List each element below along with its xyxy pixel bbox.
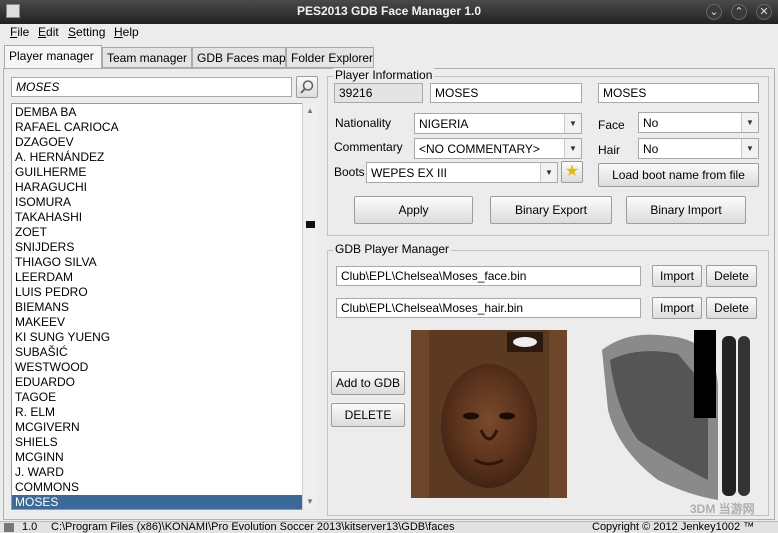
scroll-down-arrow[interactable]: ▼	[306, 497, 314, 506]
status-bar: 1.0 C:\Program Files (x86)\KONAMI\Pro Ev…	[0, 521, 778, 533]
chevron-down-icon: ▼	[741, 113, 758, 132]
version-text: 1.0	[22, 521, 38, 533]
hair-texture-preview	[598, 330, 768, 502]
delete-face-button[interactable]: Delete	[706, 265, 757, 287]
player-list-item[interactable]: R. ELM	[12, 405, 302, 420]
player-information-title: Player Information	[333, 68, 435, 82]
nationality-select[interactable]: NIGERIA ▼	[414, 113, 582, 134]
close-icon: ✕	[759, 6, 769, 18]
player-list-item[interactable]: BIEMANS	[12, 300, 302, 315]
face-texture-preview	[411, 330, 567, 498]
face-value: No	[643, 116, 659, 130]
chevron-down-icon: ▼	[540, 163, 557, 182]
chevron-down-icon: ⌄	[709, 6, 719, 18]
chevron-up-icon: ⌃	[734, 6, 744, 18]
copyright-text: Copyright © 2012 Jenkey1002 ™	[592, 521, 755, 533]
hair-value: No	[643, 142, 659, 156]
binary-import-button[interactable]: Binary Import	[626, 196, 746, 224]
player-list-item[interactable]: DZAGOEV	[12, 135, 302, 150]
tab-folder-explorer[interactable]: Folder Explorer	[286, 47, 374, 68]
nationality-label: Nationality	[335, 116, 392, 130]
current-folder-path: C:\Program Files (x86)\KONAMI\Pro Evolut…	[51, 521, 455, 533]
maximize-button[interactable]: ⌃	[731, 4, 747, 20]
player-list-item[interactable]: SHIELS	[12, 435, 302, 450]
player-list-item[interactable]: A. HERNÁNDEZ	[12, 150, 302, 165]
player-list-item[interactable]: THIAGO SILVA	[12, 255, 302, 270]
gdb-player-manager-title: GDB Player Manager	[333, 242, 452, 256]
nationality-value: NIGERIA	[419, 117, 469, 131]
player-id-field	[334, 83, 423, 103]
player-list-item[interactable]: SUBAŠIĆ	[12, 345, 302, 360]
menu-bar: File Edit Setting Help	[0, 24, 778, 42]
player-list-item[interactable]: RAFAEL CARIOCA	[12, 120, 302, 135]
player-list-item[interactable]: J. WARD	[12, 465, 302, 480]
chevron-down-icon: ▼	[564, 114, 581, 133]
player-list-item[interactable]: HARAGUCHI	[12, 180, 302, 195]
search-icon	[300, 80, 314, 94]
watermark: 3DM 当游网	[690, 502, 755, 516]
player-list-item[interactable]: MCGIVERN	[12, 420, 302, 435]
search-button[interactable]	[296, 76, 318, 98]
player-list-item[interactable]: LEERDAM	[12, 270, 302, 285]
chevron-down-icon: ▼	[741, 139, 758, 158]
search-input[interactable]	[11, 77, 292, 97]
tab-player-manager[interactable]: Player manager	[4, 45, 102, 69]
list-scrollbar[interactable]: ▲ ▼	[302, 103, 317, 510]
import-hair-button[interactable]: Import	[652, 297, 702, 319]
scroll-thumb[interactable]	[306, 221, 315, 228]
player-list-item[interactable]: MAKEEV	[12, 315, 302, 330]
shirt-name-field[interactable]	[598, 83, 759, 103]
hair-label: Hair	[598, 143, 621, 157]
minimize-button[interactable]: ⌄	[706, 4, 722, 20]
apply-button[interactable]: Apply	[354, 196, 473, 224]
player-list-item[interactable]: WESTWOOD	[12, 360, 302, 375]
scroll-up-arrow[interactable]: ▲	[306, 106, 314, 115]
load-boot-name-button[interactable]: Load boot name from file	[598, 163, 759, 187]
tab-team-manager[interactable]: Team manager	[102, 47, 192, 68]
chevron-down-icon: ▼	[564, 139, 581, 158]
star-icon: ★	[564, 163, 580, 180]
face-select[interactable]: No ▼	[638, 112, 759, 133]
player-list-item[interactable]: MOSES	[12, 495, 302, 509]
import-face-button[interactable]: Import	[652, 265, 702, 287]
window-title: PES2013 GDB Face Manager 1.0	[296, 4, 482, 18]
menu-help[interactable]: Help	[114, 25, 139, 39]
player-list-item[interactable]: KI SUNG YUENG	[12, 330, 302, 345]
player-list-item[interactable]: COMMONS	[12, 480, 302, 495]
face-path-field[interactable]	[336, 266, 641, 286]
tab-gdb-faces-map[interactable]: GDB Faces map	[192, 47, 286, 68]
face-label: Face	[598, 118, 625, 132]
player-list-item[interactable]: MCGINN	[12, 450, 302, 465]
close-button[interactable]: ✕	[756, 4, 772, 20]
player-list-item[interactable]: ISOMURA	[12, 195, 302, 210]
boots-value: WEPES EX III	[371, 166, 448, 180]
add-to-gdb-button[interactable]: Add to GDB	[331, 371, 405, 395]
delete-hair-button[interactable]: Delete	[706, 297, 757, 319]
menu-edit[interactable]: Edit	[38, 25, 59, 39]
boots-label: Boots	[334, 165, 365, 179]
player-list-item[interactable]: SNIJDERS	[12, 240, 302, 255]
resize-grip-icon	[4, 523, 14, 532]
title-bar: PES2013 GDB Face Manager 1.0 ⌄ ⌃ ✕	[0, 0, 778, 24]
commentary-label: Commentary	[334, 140, 403, 154]
player-list-item[interactable]: LUIS PEDRO	[12, 285, 302, 300]
menu-file[interactable]: File	[10, 25, 29, 39]
player-list-item[interactable]: TAGOE	[12, 390, 302, 405]
commentary-select[interactable]: <NO COMMENTARY> ▼	[414, 138, 582, 159]
hair-select[interactable]: No ▼	[638, 138, 759, 159]
commentary-value: <NO COMMENTARY>	[419, 142, 540, 156]
favorite-boots-button[interactable]: ★	[561, 161, 583, 183]
player-list-item[interactable]: EDUARDO	[12, 375, 302, 390]
player-list-item[interactable]: GUILHERME	[12, 165, 302, 180]
boots-select[interactable]: WEPES EX III ▼	[366, 162, 558, 183]
player-list-item[interactable]: DEMBA BA	[12, 105, 302, 120]
player-list[interactable]: DEMBA BA RAFAEL CARIOCA DZAGOEV A. HERNÁNDE…	[11, 103, 317, 510]
player-list-item[interactable]: ZOET	[12, 225, 302, 240]
menu-setting[interactable]: Setting	[68, 25, 105, 39]
binary-export-button[interactable]: Binary Export	[490, 196, 612, 224]
player-name-field[interactable]	[430, 83, 582, 103]
player-list-item[interactable]: TAKAHASHI	[12, 210, 302, 225]
hair-path-field[interactable]	[336, 298, 641, 318]
delete-gdb-button[interactable]: DELETE	[331, 403, 405, 427]
